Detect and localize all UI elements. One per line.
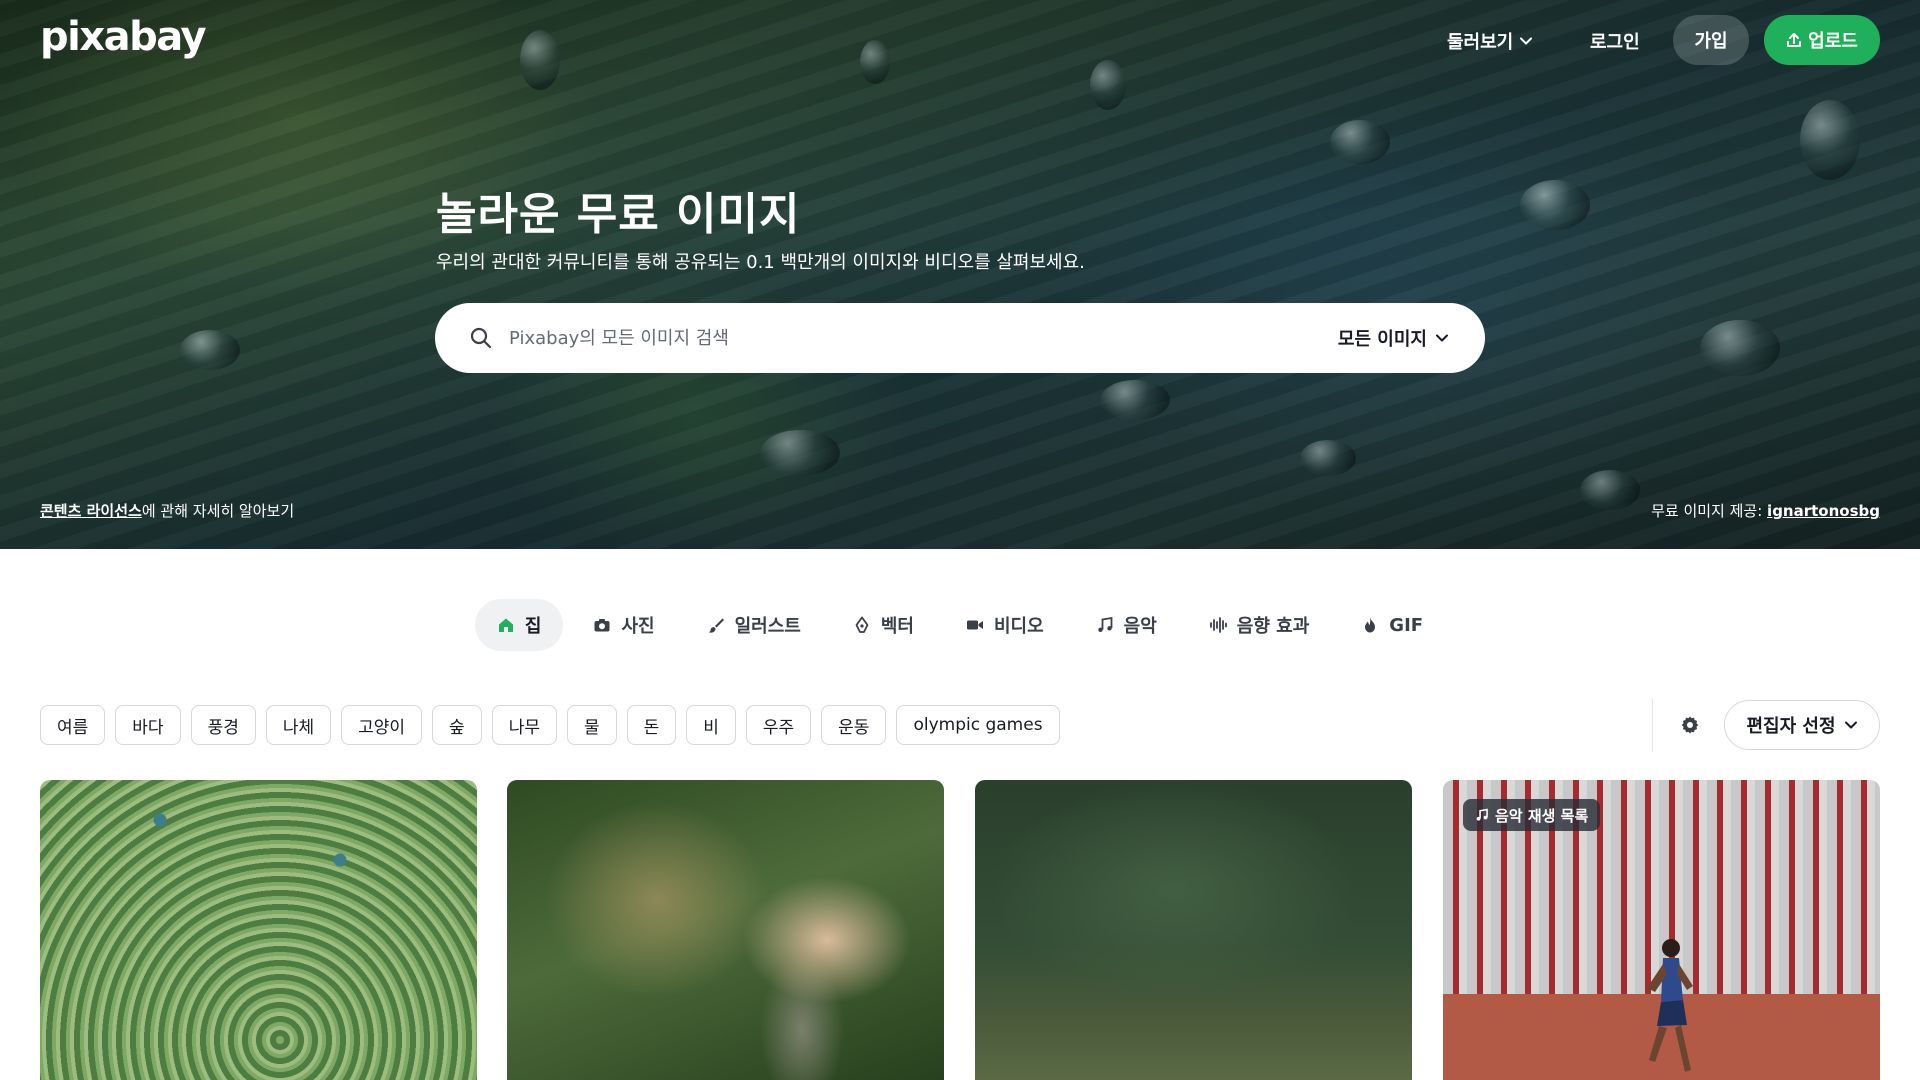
hero-banner: pixabay 둘러보기 로그인 가입 업로드 놀라운 무료 이미지 우리의 관… [0,0,1920,549]
tag-chip[interactable]: 나체 [265,705,332,745]
license-suffix: 에 관해 자세히 알아보기 [141,502,295,520]
gear-icon [1681,716,1699,734]
tag-chip[interactable]: 돈 [626,705,677,745]
image-credit: 무료 이미지 제공: ignartonosbg [1651,500,1880,521]
image-card-runner[interactable]: 음악 재생 목록 [1443,780,1880,1080]
tag-chip[interactable]: 물 [566,705,617,745]
hero-overlay [0,0,1920,549]
license-link[interactable]: 콘텐츠 라이선스 [40,502,142,520]
tag-chip[interactable]: 비 [686,705,736,745]
tab-videos[interactable]: 비디오 [944,599,1066,651]
tab-gif[interactable]: GIF [1339,599,1445,651]
search-bar: 모든 이미지 [435,303,1485,373]
tab-label: 비디오 [993,616,1044,637]
tag-chip[interactable]: 운동 [821,705,887,745]
chevron-down-icon [1436,334,1448,342]
top-navigation: pixabay 둘러보기 로그인 가입 업로드 [0,0,1920,80]
chevron-down-icon [1520,37,1533,45]
tab-illustrations[interactable]: 일러스트 [685,599,823,651]
divider [1652,698,1653,752]
credit-prefix: 무료 이미지 제공: [1651,502,1768,520]
upload-icon [1787,33,1802,47]
image-card-peacock[interactable] [40,780,477,1080]
credit-user-link[interactable]: ignartonosbg [1767,502,1880,520]
login-button[interactable]: 로그인 [1590,28,1640,54]
video-camera-icon [966,620,983,630]
sound-wave-icon [1209,617,1227,633]
tag-chip-list: 여름 바다 풍경 나체 고양이 숲 나무 물 돈 비 우주 운동 olympic… [40,705,1060,745]
search-type-dropdown[interactable]: 모든 이미지 [1338,325,1449,351]
tab-label: 집 [524,616,542,637]
tag-chip[interactable]: olympic games [896,705,1060,745]
tab-home[interactable]: 집 [474,599,564,651]
upload-button[interactable]: 업로드 [1764,15,1880,65]
music-note-icon [1097,616,1113,632]
home-icon [498,618,513,632]
playlist-badge-label: 음악 재생 목록 [1495,806,1589,825]
sort-dropdown[interactable]: 편집자 선정 [1724,700,1880,750]
upload-label: 업로드 [1808,31,1858,52]
hero-title: 놀라운 무료 이미지 [436,189,801,240]
hero-subtitle: 우리의 관대한 커뮤니티를 통해 공유되는 0.1 백만개의 이미지와 비디오를… [436,252,1085,273]
playlist-badge[interactable]: 음악 재생 목록 [1463,799,1601,831]
tab-label: GIF [1389,614,1424,636]
search-icon[interactable] [469,326,493,350]
camera-icon [594,619,610,632]
search-type-label: 모든 이미지 [1337,329,1427,350]
flame-icon [1365,617,1376,633]
tag-chip[interactable]: 풍경 [190,705,256,745]
pixabay-logo[interactable]: pixabay [40,14,207,60]
runner-figure [1647,939,1693,1072]
music-note-icon [1476,808,1488,821]
tag-chip[interactable]: 고양이 [341,705,423,745]
filter-settings-button[interactable] [1670,705,1710,745]
explore-menu-button[interactable]: 둘러보기 [1447,28,1533,54]
chevron-down-icon [1844,721,1857,729]
tab-sound-effects[interactable]: 음향 효과 [1187,599,1332,651]
tab-music[interactable]: 음악 [1074,599,1179,651]
tab-label: 음악 [1123,616,1157,637]
tab-label: 음향 효과 [1236,616,1310,637]
sort-label: 편집자 선정 [1746,716,1836,737]
brush-icon [708,618,724,633]
image-grid: 음악 재생 목록 [40,780,1880,1080]
tab-photos[interactable]: 사진 [571,599,676,651]
search-input[interactable] [509,321,1309,355]
tab-label: 사진 [621,616,655,637]
tag-chip[interactable]: 숲 [432,705,482,745]
image-card-statue[interactable] [507,780,944,1080]
tag-chip[interactable]: 우주 [745,705,812,745]
explore-label: 둘러보기 [1447,32,1514,53]
tag-chip[interactable]: 나무 [491,705,557,745]
tag-chip[interactable]: 바다 [115,705,181,745]
tag-chip[interactable]: 여름 [40,705,106,745]
license-info: 콘텐츠 라이선스에 관해 자세히 알아보기 [40,500,294,521]
pen-nib-icon [855,616,869,633]
tab-label: 일러스트 [734,616,801,637]
tab-label: 벡터 [880,616,914,637]
tab-vectors[interactable]: 벡터 [831,599,936,651]
media-type-tabs: 집 사진 일러스트 벡터 비디오 음악 음향 효과 GIF [0,599,1920,651]
image-card-forest[interactable] [975,780,1412,1080]
join-button[interactable]: 가입 [1673,15,1749,65]
